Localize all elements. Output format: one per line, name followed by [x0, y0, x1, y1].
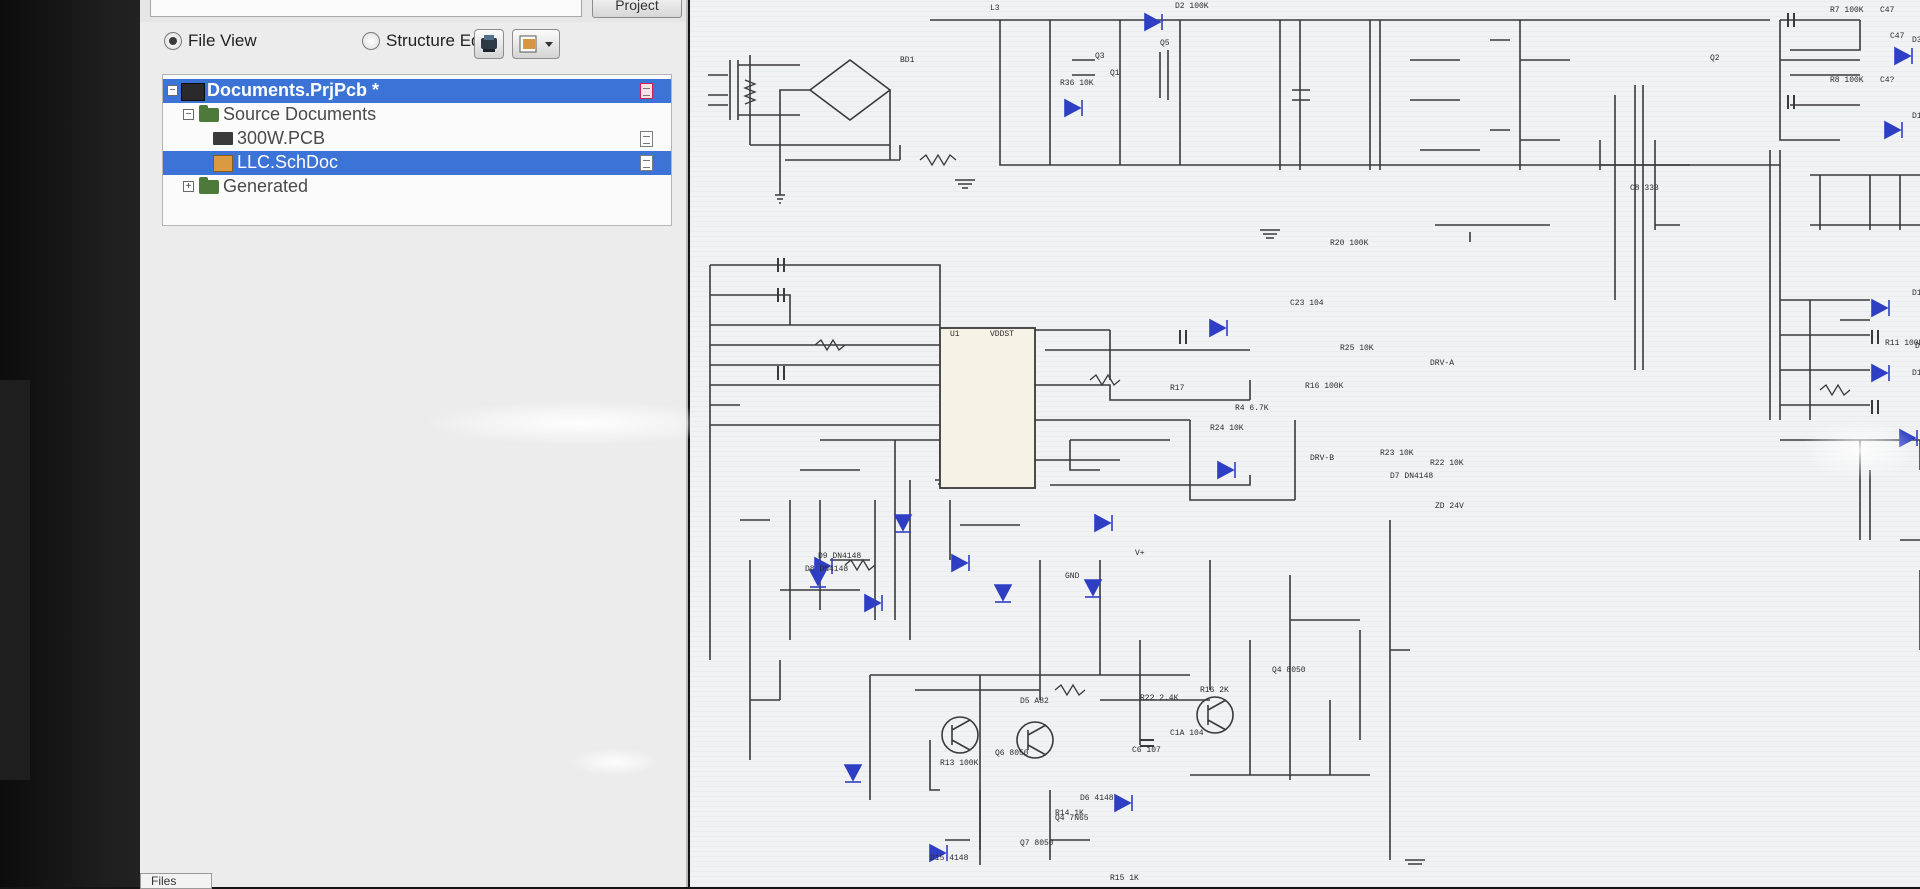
tree-item-generated[interactable]: + Generated — [163, 175, 671, 199]
schematic-canvas[interactable]: D2 100K L3 BD1 Q3 Q5 Q1 Q2 R7 100K C47 D3 R8 100K C… — [690, 0, 1920, 887]
component-label: Q1 — [1110, 69, 1120, 78]
component-label: D3 — [1912, 36, 1920, 45]
component-label: R20 100K — [1330, 239, 1369, 248]
component-label: R4 6.7K — [1235, 404, 1269, 413]
modified-document-icon — [640, 83, 653, 99]
projects-panel: Project File View Structure Editor − Doc… — [140, 0, 730, 889]
component-label: D15 4148 — [930, 854, 969, 863]
component-label: C47 — [1890, 32, 1905, 41]
collapse-icon[interactable]: − — [167, 85, 178, 96]
component-label: R8 100K — [1830, 76, 1864, 85]
component-label: C8 333 — [1630, 184, 1659, 193]
component-label: D9 DN4148 — [818, 552, 861, 561]
tree-item-label: 300W.PCB — [237, 128, 326, 148]
component-label: GND — [1065, 572, 1080, 581]
component-label: Q2 — [1710, 54, 1720, 63]
component-label: ZD 24V — [1435, 502, 1464, 511]
component-label: D6 4148 — [1080, 794, 1114, 803]
panel-header: Project — [140, 0, 686, 22]
tree-item-pcb[interactable]: 300W.PCB — [163, 127, 671, 151]
folder-icon — [199, 105, 219, 122]
component-label: C1A 104 — [1170, 729, 1204, 738]
file-view-radio[interactable] — [164, 32, 182, 50]
component-label: DRV-B — [1310, 454, 1334, 463]
tree-item-label: Documents.PrjPcb * — [207, 80, 380, 100]
expand-icon[interactable]: + — [183, 181, 194, 192]
document-status-icon — [640, 155, 653, 171]
component-label: R24 10K — [1210, 424, 1244, 433]
component-label: D5 A82 — [1020, 697, 1049, 706]
screen-glare — [430, 402, 730, 444]
component-label: D13 — [1912, 289, 1920, 298]
component-label: C6 107 — [1132, 746, 1161, 755]
component-label: U1 — [950, 330, 960, 339]
component-label: R13 100K — [940, 759, 979, 768]
component-label: R16 2K — [1200, 686, 1229, 695]
component-label: R15 1K — [1110, 874, 1139, 883]
component-label: DRV-A — [1430, 359, 1454, 368]
component-label: R7 100K — [1830, 6, 1864, 15]
component-label: D2 100K — [1175, 2, 1209, 11]
component-label: D10 — [1912, 112, 1920, 121]
component-label: R11 100K — [1885, 339, 1920, 348]
component-label: R22 10K — [1430, 459, 1464, 468]
component-label: L3 — [990, 4, 1000, 13]
chevron-down-icon — [545, 42, 553, 47]
component-label: R14 1K — [1055, 809, 1084, 818]
tree-item-label: Source Documents — [223, 104, 377, 124]
component-label: V+ — [1135, 549, 1145, 558]
component-label: D7 DN4148 — [1390, 472, 1433, 481]
file-view-label: File View — [188, 31, 257, 50]
bezel-edge — [0, 380, 30, 780]
screen-glare — [1800, 420, 1920, 480]
component-label: Q6 8050 — [995, 749, 1029, 758]
screen-glare — [570, 748, 660, 776]
tree-item-project[interactable]: − Documents.PrjPcb * — [163, 79, 671, 103]
component-label: R16 100K — [1305, 382, 1344, 391]
view-mode-bar: File View Structure Editor — [140, 26, 686, 60]
component-label: BD1 — [900, 56, 915, 65]
component-label: R36 10K — [1060, 79, 1094, 88]
project-tree: − Documents.PrjPcb * − Source Documents … — [162, 74, 672, 226]
component-label: C47 — [1880, 6, 1895, 15]
tree-item-source-documents[interactable]: − Source Documents — [163, 103, 671, 127]
document-options-icon — [519, 35, 553, 53]
workspace-icon — [481, 35, 497, 52]
component-label: C4? — [1880, 76, 1895, 85]
schematic-file-icon — [213, 155, 233, 172]
component-label: R23 10K — [1380, 449, 1414, 458]
component-label: D8 DN4148 — [805, 565, 848, 574]
pcb-file-icon — [213, 132, 233, 145]
project-icon — [181, 83, 205, 101]
project-options-dropdown[interactable] — [512, 29, 560, 59]
component-label: VDDST — [990, 330, 1014, 339]
tree-item-label: LLC.SchDoc — [237, 152, 339, 172]
collapse-icon[interactable]: − — [183, 109, 194, 120]
component-label: Q3 — [1095, 52, 1105, 61]
component-label: D11 — [1912, 369, 1920, 378]
ic-u1 — [939, 327, 1036, 489]
component-label: R17 — [1170, 384, 1185, 393]
tree-item-schdoc[interactable]: LLC.SchDoc — [163, 151, 671, 175]
structure-editor-radio[interactable] — [362, 32, 380, 50]
project-filter-input[interactable] — [150, 0, 582, 17]
tree-item-label: Generated — [223, 176, 309, 196]
project-button[interactable]: Project — [592, 0, 682, 18]
monitor-bezel — [0, 0, 140, 887]
component-label: Q4 8050 — [1272, 666, 1306, 675]
folder-icon — [199, 177, 219, 194]
component-label: C23 104 — [1290, 299, 1324, 308]
workspace-button[interactable] — [474, 29, 504, 59]
component-label: R22 2.4K — [1140, 694, 1179, 703]
document-status-icon — [640, 131, 653, 147]
schematic-drawing: D2 100K L3 BD1 Q3 Q5 Q1 Q2 R7 100K C47 D3 R8 100K C… — [708, 2, 1920, 883]
component-label: R25 10K — [1340, 344, 1374, 353]
component-label: Q5 — [1160, 39, 1170, 48]
component-label: Q7 8050 — [1020, 839, 1054, 848]
